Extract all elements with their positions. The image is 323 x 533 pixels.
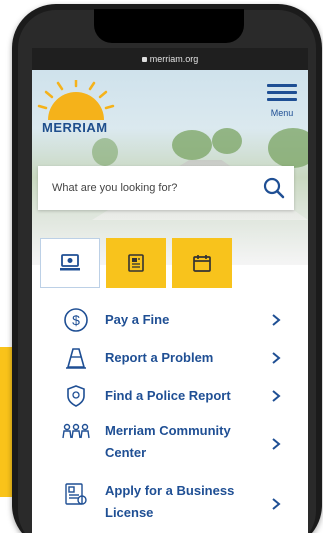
menu-label: Menu: [270, 108, 294, 118]
police-badge-icon: [62, 382, 90, 410]
tab-online-services[interactable]: [40, 238, 100, 288]
tab-documents[interactable]: [106, 238, 166, 288]
svg-text:$: $: [72, 312, 80, 328]
calendar-icon: [193, 255, 211, 272]
document-icon: [128, 254, 144, 272]
logo-text: MERRIAM: [42, 120, 108, 135]
hero-banner: MERRIAM Menu: [32, 70, 308, 265]
search-box: [38, 166, 294, 210]
chevron-right-icon: [272, 438, 281, 450]
background-tree: [212, 128, 242, 154]
community-people-icon: [62, 420, 90, 448]
quick-link-pay-a-fine[interactable]: $ Pay a Fine: [62, 306, 282, 334]
search-button[interactable]: [254, 166, 294, 210]
chevron-right-icon: [272, 390, 281, 402]
search-icon: [263, 177, 285, 199]
chevron-right-icon: [272, 352, 281, 364]
sun-logo-icon: [37, 78, 115, 120]
quick-link-label: Merriam Community Center: [105, 423, 231, 460]
quick-link-report-a-problem[interactable]: Report a Problem: [62, 344, 282, 372]
business-license-icon: [62, 480, 90, 508]
tab-calendar[interactable]: [172, 238, 232, 288]
lock-icon: [141, 57, 147, 63]
browser-url-bar[interactable]: merriam.org: [32, 48, 308, 70]
traffic-cone-icon: [62, 344, 90, 372]
menu-button[interactable]: Menu: [264, 84, 300, 120]
quick-link-find-a-police-report[interactable]: Find a Police Report: [62, 382, 282, 410]
quick-link-label: Find a Police Report: [105, 388, 231, 403]
hamburger-icon: [267, 84, 297, 87]
phone-screen: merriam.org MERRIAM Menu What are you lo…: [32, 48, 308, 533]
phone-notch: [94, 9, 244, 43]
background-tree: [172, 130, 212, 160]
page: merriam.org MERRIAM Menu What are you lo…: [0, 0, 323, 533]
chevron-right-icon: [272, 314, 281, 326]
laptop-icon: [60, 254, 80, 271]
quick-link-label: Report a Problem: [105, 350, 214, 365]
quick-link-merriam-community-center[interactable]: Merriam Community Center: [62, 420, 282, 468]
chevron-right-icon: [272, 498, 281, 510]
dollar-icon: $: [62, 306, 90, 334]
background-tree: [268, 128, 308, 168]
search-input[interactable]: [38, 166, 254, 210]
quick-link-apply-for-a-business-license[interactable]: Apply for a Business License: [62, 480, 282, 528]
quick-link-label: Apply for a Business License: [105, 483, 235, 520]
background-tree: [92, 138, 118, 166]
browser-url: merriam.org: [149, 54, 199, 64]
quick-link-label: Pay a Fine: [105, 312, 170, 327]
merriam-logo[interactable]: MERRIAM: [36, 78, 116, 135]
